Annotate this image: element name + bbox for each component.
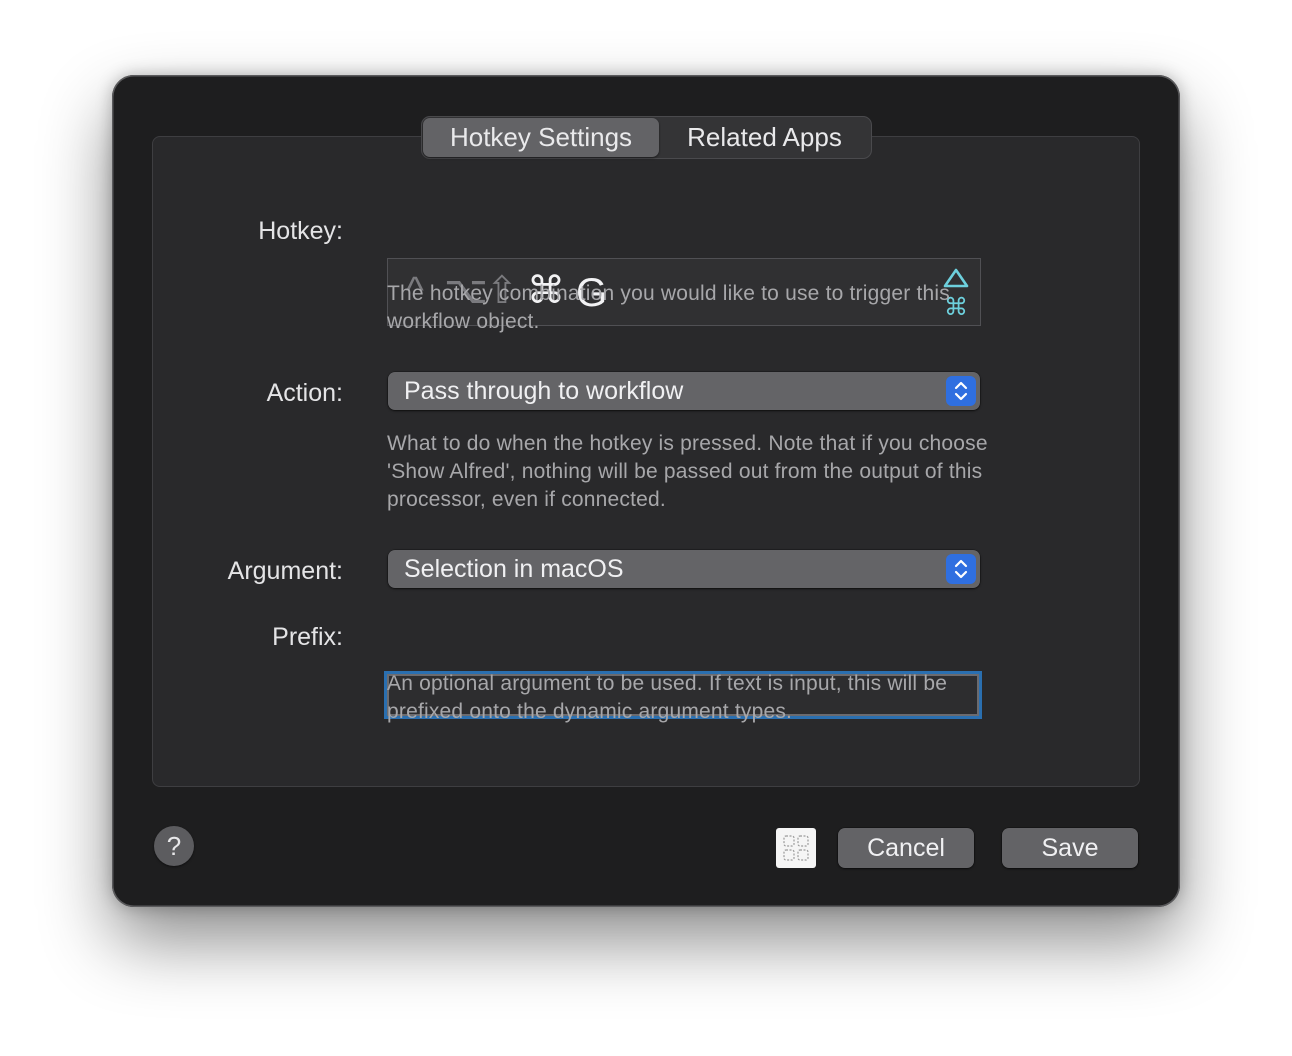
- chevron-up-down-icon: [946, 554, 976, 584]
- help-button[interactable]: ?: [154, 826, 194, 866]
- action-help-text: What to do when the hotkey is pressed. N…: [387, 432, 988, 511]
- grid-toggle-button[interactable]: [776, 828, 816, 868]
- save-button[interactable]: Save: [1002, 828, 1138, 868]
- settings-panel: Hotkey: ^ ⌥ ⇧ ⌘ G ⌘ The hotkey combinati…: [152, 136, 1140, 787]
- hotkey-label: Hotkey:: [258, 217, 343, 245]
- action-value: Pass through to workflow: [404, 377, 684, 405]
- prefix-label: Prefix:: [272, 623, 343, 651]
- prefix-help-text: An optional argument to be used. If text…: [387, 672, 948, 723]
- hotkey-help-text: The hotkey combination you would like to…: [387, 282, 950, 333]
- question-mark-icon: ?: [166, 830, 182, 861]
- action-label: Action:: [266, 379, 343, 407]
- cancel-button[interactable]: Cancel: [838, 828, 974, 868]
- chevron-up-down-icon: [946, 376, 976, 406]
- action-popup[interactable]: Pass through to workflow: [388, 372, 980, 410]
- argument-popup[interactable]: Selection in macOS: [388, 550, 980, 588]
- argument-label: Argument:: [227, 557, 343, 585]
- argument-value: Selection in macOS: [404, 555, 624, 583]
- tab-related-apps[interactable]: Related Apps: [659, 118, 870, 157]
- workflow-hotkey-dialog: Hotkey: ^ ⌥ ⇧ ⌘ G ⌘ The hotkey combinati…: [112, 75, 1180, 907]
- grid-icon: [783, 835, 809, 861]
- tab-bar: Hotkey Settings Related Apps: [421, 116, 872, 159]
- tab-hotkey-settings[interactable]: Hotkey Settings: [423, 118, 659, 157]
